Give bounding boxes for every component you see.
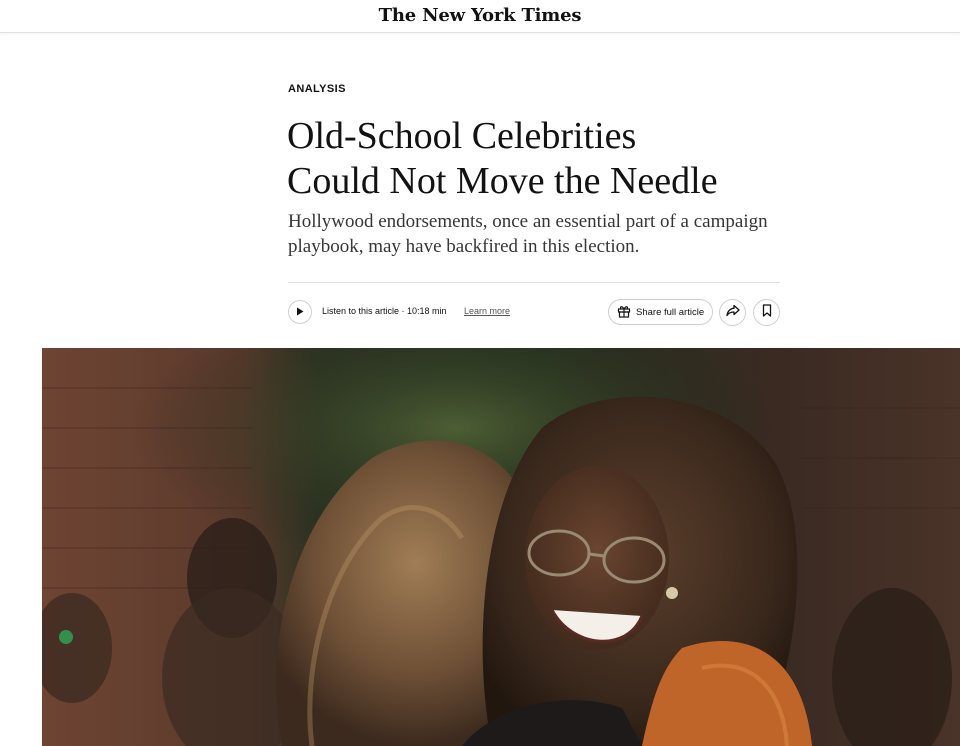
headline-line-2: Could Not Move the Needle [287, 160, 718, 202]
play-audio-button[interactable] [288, 300, 312, 324]
bookmark-icon [762, 303, 772, 322]
toolbar-divider [288, 282, 780, 283]
masthead: The New York Times [0, 0, 960, 33]
save-bookmark-button[interactable] [753, 299, 780, 326]
share-label: Share full article [636, 306, 705, 318]
article-kicker[interactable]: ANALYSIS [288, 83, 346, 95]
learn-more-link[interactable]: Learn more [464, 306, 510, 316]
listen-label: Listen to this article · 10:18 min [322, 306, 447, 316]
forward-share-button[interactable] [719, 299, 746, 326]
article-toolbar: Listen to this article · 10:18 min Learn… [288, 298, 780, 328]
nyt-logo[interactable]: The New York Times [0, 5, 960, 26]
article-headline: Old-School Celebrities Could Not Move th… [287, 114, 787, 204]
article-summary: Hollywood endorsements, once an essentia… [288, 211, 768, 257]
headline-line-1: Old-School Celebrities [287, 115, 637, 157]
hero-photo [42, 348, 960, 746]
share-full-article-button[interactable]: Share full article [608, 299, 714, 325]
gift-icon [617, 304, 631, 321]
play-icon [296, 303, 304, 321]
hero-image[interactable] [42, 348, 960, 746]
forward-share-icon [725, 304, 740, 322]
